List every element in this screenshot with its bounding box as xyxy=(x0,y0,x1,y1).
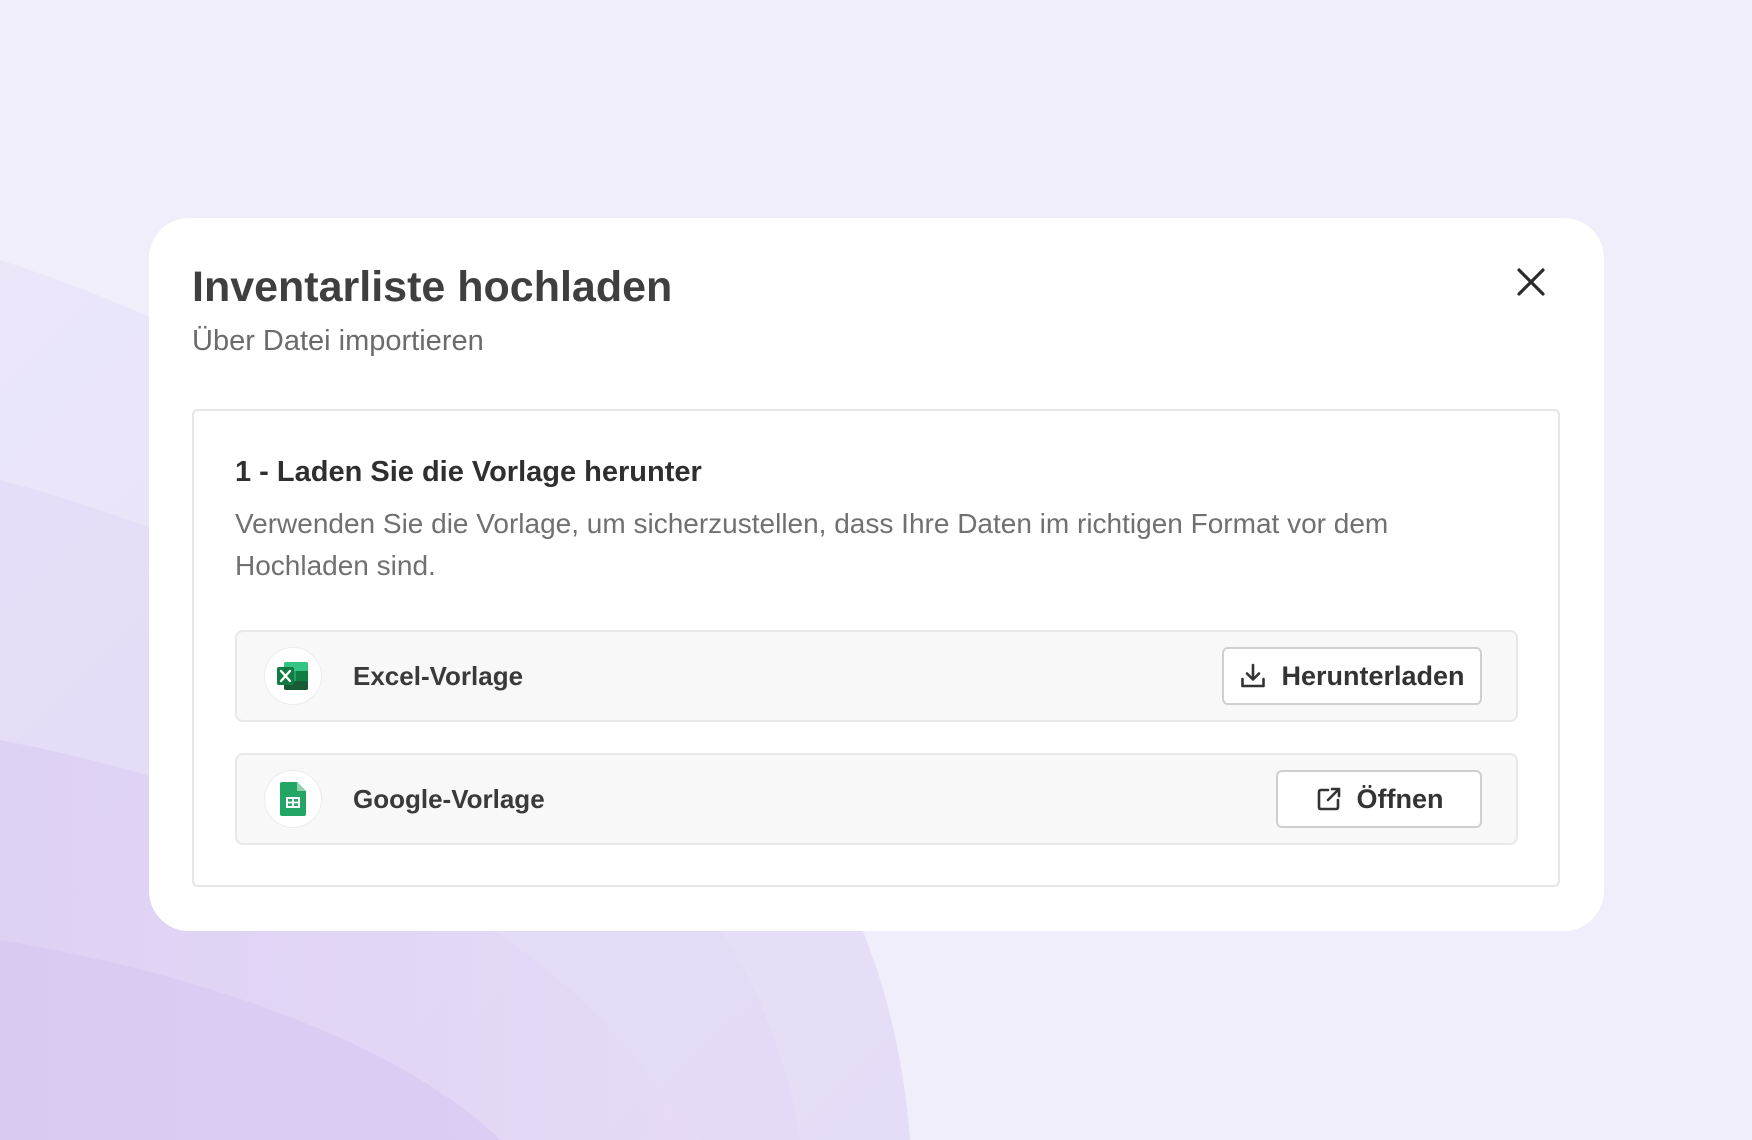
external-link-icon xyxy=(1315,785,1343,813)
dialog-title: Inventarliste hochladen xyxy=(192,263,673,311)
close-button[interactable] xyxy=(1512,263,1550,301)
excel-icon xyxy=(277,662,308,690)
excel-template-label: Excel-Vorlage xyxy=(353,660,524,691)
google-template-row: Google-Vorlage Öffnen xyxy=(235,753,1518,845)
excel-icon-badge xyxy=(264,647,322,705)
open-button[interactable]: Öffnen xyxy=(1276,770,1482,828)
open-button-label: Öffnen xyxy=(1356,783,1444,814)
google-template-label: Google-Vorlage xyxy=(353,783,545,814)
download-button[interactable]: Herunterladen xyxy=(1222,647,1482,705)
dialog-subtitle: Über Datei importieren xyxy=(192,325,484,357)
google-sheets-icon xyxy=(280,782,306,816)
google-sheets-icon-badge xyxy=(264,770,322,828)
upload-dialog: Inventarliste hochladen Über Datei impor… xyxy=(149,218,1604,931)
excel-template-row: Excel-Vorlage Herunterladen xyxy=(235,630,1518,722)
close-icon xyxy=(1517,268,1545,296)
download-button-label: Herunterladen xyxy=(1281,660,1465,691)
step-description: Verwenden Sie die Vorlage, um sicherzust… xyxy=(235,508,1389,581)
step-download-template: 1 - Laden Sie die Vorlage herunter Verwe… xyxy=(192,409,1560,887)
download-icon xyxy=(1239,662,1267,690)
step-title: 1 - Laden Sie die Vorlage herunter xyxy=(235,456,702,488)
